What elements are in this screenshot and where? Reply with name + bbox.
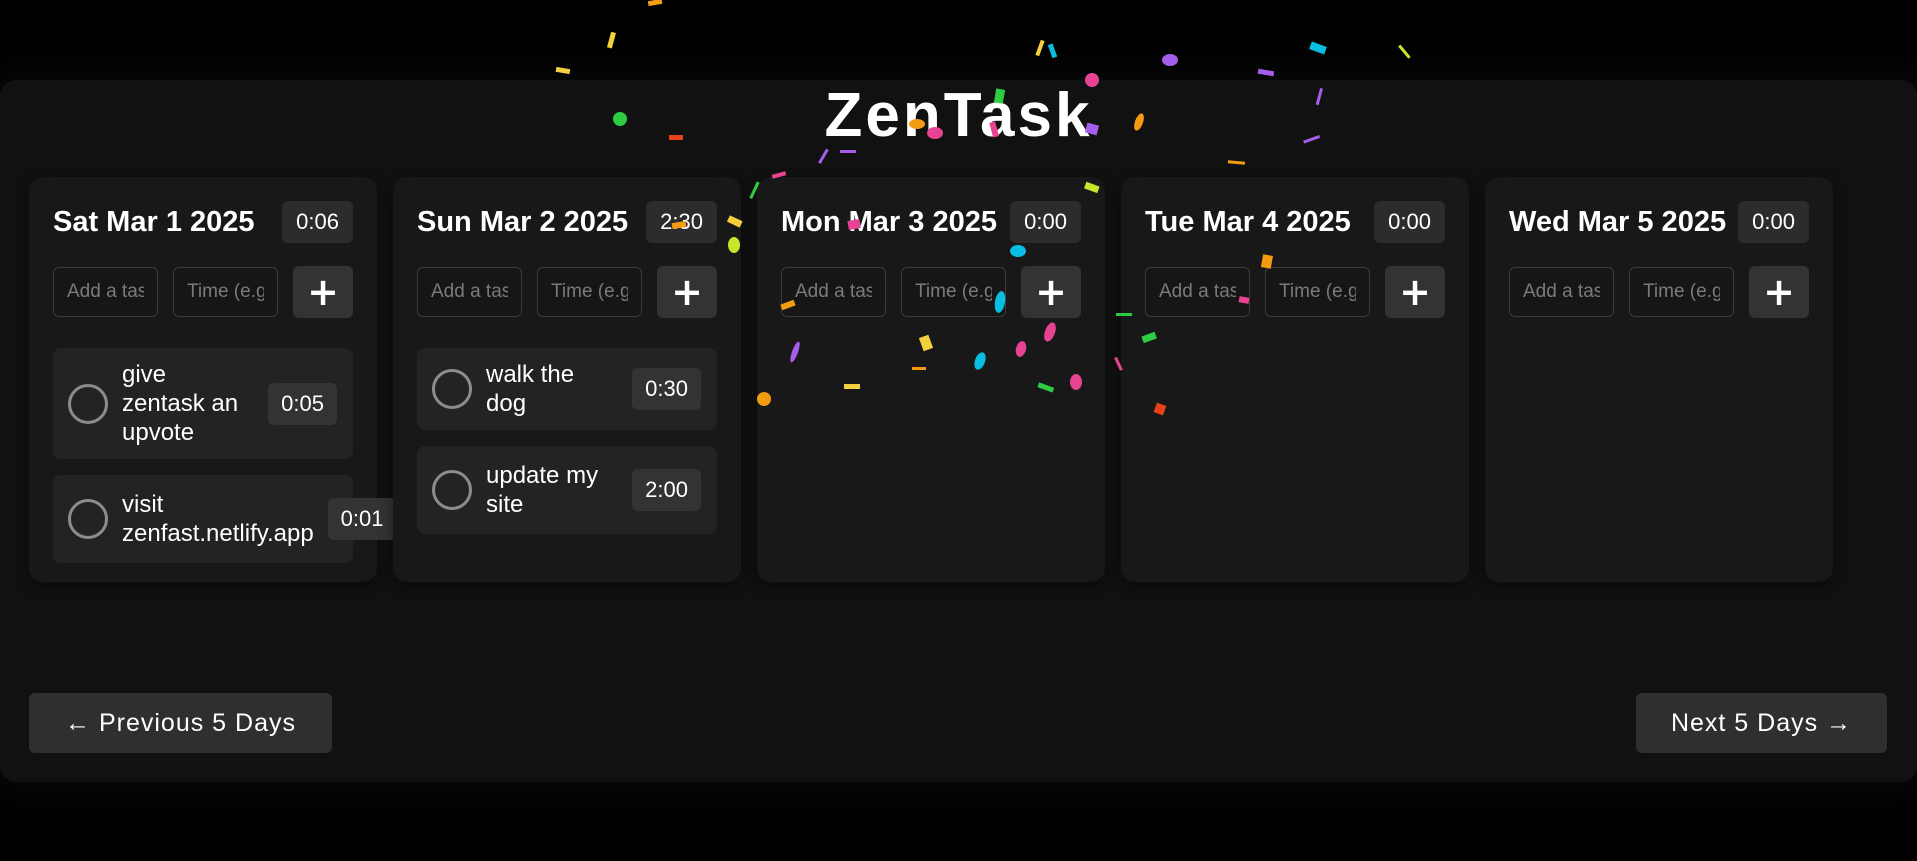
- add-task-row: +: [781, 266, 1081, 318]
- task-item[interactable]: update my site 2:00: [417, 446, 717, 534]
- add-task-row: +: [417, 266, 717, 318]
- add-task-button[interactable]: +: [1385, 266, 1445, 318]
- day-header: Sun Mar 2 2025 2:30: [417, 201, 717, 243]
- day-header: Wed Mar 5 2025 0:00: [1509, 201, 1809, 243]
- day-header: Sat Mar 1 2025 0:06: [53, 201, 353, 243]
- task-time: 0:30: [632, 368, 701, 410]
- task-input[interactable]: [1145, 267, 1250, 317]
- add-task-row: +: [1145, 266, 1445, 318]
- day-header: Mon Mar 3 2025 0:00: [781, 201, 1081, 243]
- task-input[interactable]: [781, 267, 886, 317]
- complete-checkbox[interactable]: [68, 499, 108, 539]
- task-text: walk the dog: [486, 361, 575, 417]
- add-task-row: +: [53, 266, 353, 318]
- task-time: 0:01: [327, 498, 397, 540]
- task-text: update my site: [486, 462, 599, 518]
- add-task-button[interactable]: +: [1021, 266, 1081, 318]
- add-task-button[interactable]: +: [1749, 266, 1809, 318]
- time-input[interactable]: [173, 267, 278, 317]
- task-input[interactable]: [1509, 267, 1614, 317]
- day-column-1: Sun Mar 2 2025 2:30 + walk the dog 0:30 …: [393, 177, 741, 582]
- time-input[interactable]: [1265, 267, 1370, 317]
- day-header: Tue Mar 4 2025 0:00: [1145, 201, 1445, 243]
- day-title: Mon Mar 3 2025: [781, 205, 997, 238]
- next-days-button[interactable]: Next 5 Days →: [1636, 693, 1887, 753]
- day-title: Wed Mar 5 2025: [1509, 205, 1727, 238]
- task-text: give zentask an upvote: [122, 361, 239, 446]
- task-input[interactable]: [53, 267, 158, 317]
- day-column-0: Sat Mar 1 2025 0:06 + give zentask an up…: [29, 177, 397, 582]
- app-title: ZenTask: [824, 81, 1093, 150]
- day-column-4: Wed Mar 5 2025 0:00 +: [1485, 177, 1833, 582]
- day-title: Tue Mar 4 2025: [1145, 205, 1351, 238]
- add-task-button[interactable]: +: [657, 266, 717, 318]
- day-column-2: Mon Mar 3 2025 0:00 +: [757, 177, 1105, 582]
- add-task-button[interactable]: +: [293, 266, 353, 318]
- day-total-time: 0:00: [1374, 201, 1445, 243]
- day-column-3: Tue Mar 4 2025 0:00 +: [1121, 177, 1469, 582]
- complete-checkbox[interactable]: [68, 383, 108, 424]
- add-task-row: +: [1509, 266, 1809, 318]
- day-title: Sat Mar 1 2025: [53, 205, 255, 238]
- task-item[interactable]: give zentask an upvote 0:05: [53, 348, 353, 459]
- task-list: give zentask an upvote 0:05 visit zenfas…: [53, 348, 397, 563]
- task-time: 0:05: [268, 382, 337, 425]
- day-total-time: 0:00: [1738, 201, 1809, 243]
- day-total-time: 0:00: [1010, 201, 1081, 243]
- time-input[interactable]: [901, 267, 1006, 317]
- complete-checkbox[interactable]: [432, 369, 472, 409]
- day-total-time: 0:06: [282, 201, 353, 243]
- time-input[interactable]: [537, 267, 642, 317]
- task-text: visit zenfast.netlify.app: [122, 491, 314, 547]
- task-time: 2:00: [632, 469, 701, 511]
- complete-checkbox[interactable]: [432, 470, 472, 510]
- previous-days-button[interactable]: ← Previous 5 Days: [29, 693, 332, 753]
- day-title: Sun Mar 2 2025: [417, 205, 629, 238]
- day-total-time: 2:30: [646, 201, 717, 243]
- task-item[interactable]: walk the dog 0:30: [417, 348, 717, 430]
- task-input[interactable]: [417, 267, 522, 317]
- task-list: walk the dog 0:30 update my site 2:00: [417, 348, 717, 534]
- task-item[interactable]: visit zenfast.netlify.app 0:01: [53, 475, 397, 563]
- day-columns: Sat Mar 1 2025 0:06 + give zentask an up…: [29, 177, 1833, 582]
- time-input[interactable]: [1629, 267, 1734, 317]
